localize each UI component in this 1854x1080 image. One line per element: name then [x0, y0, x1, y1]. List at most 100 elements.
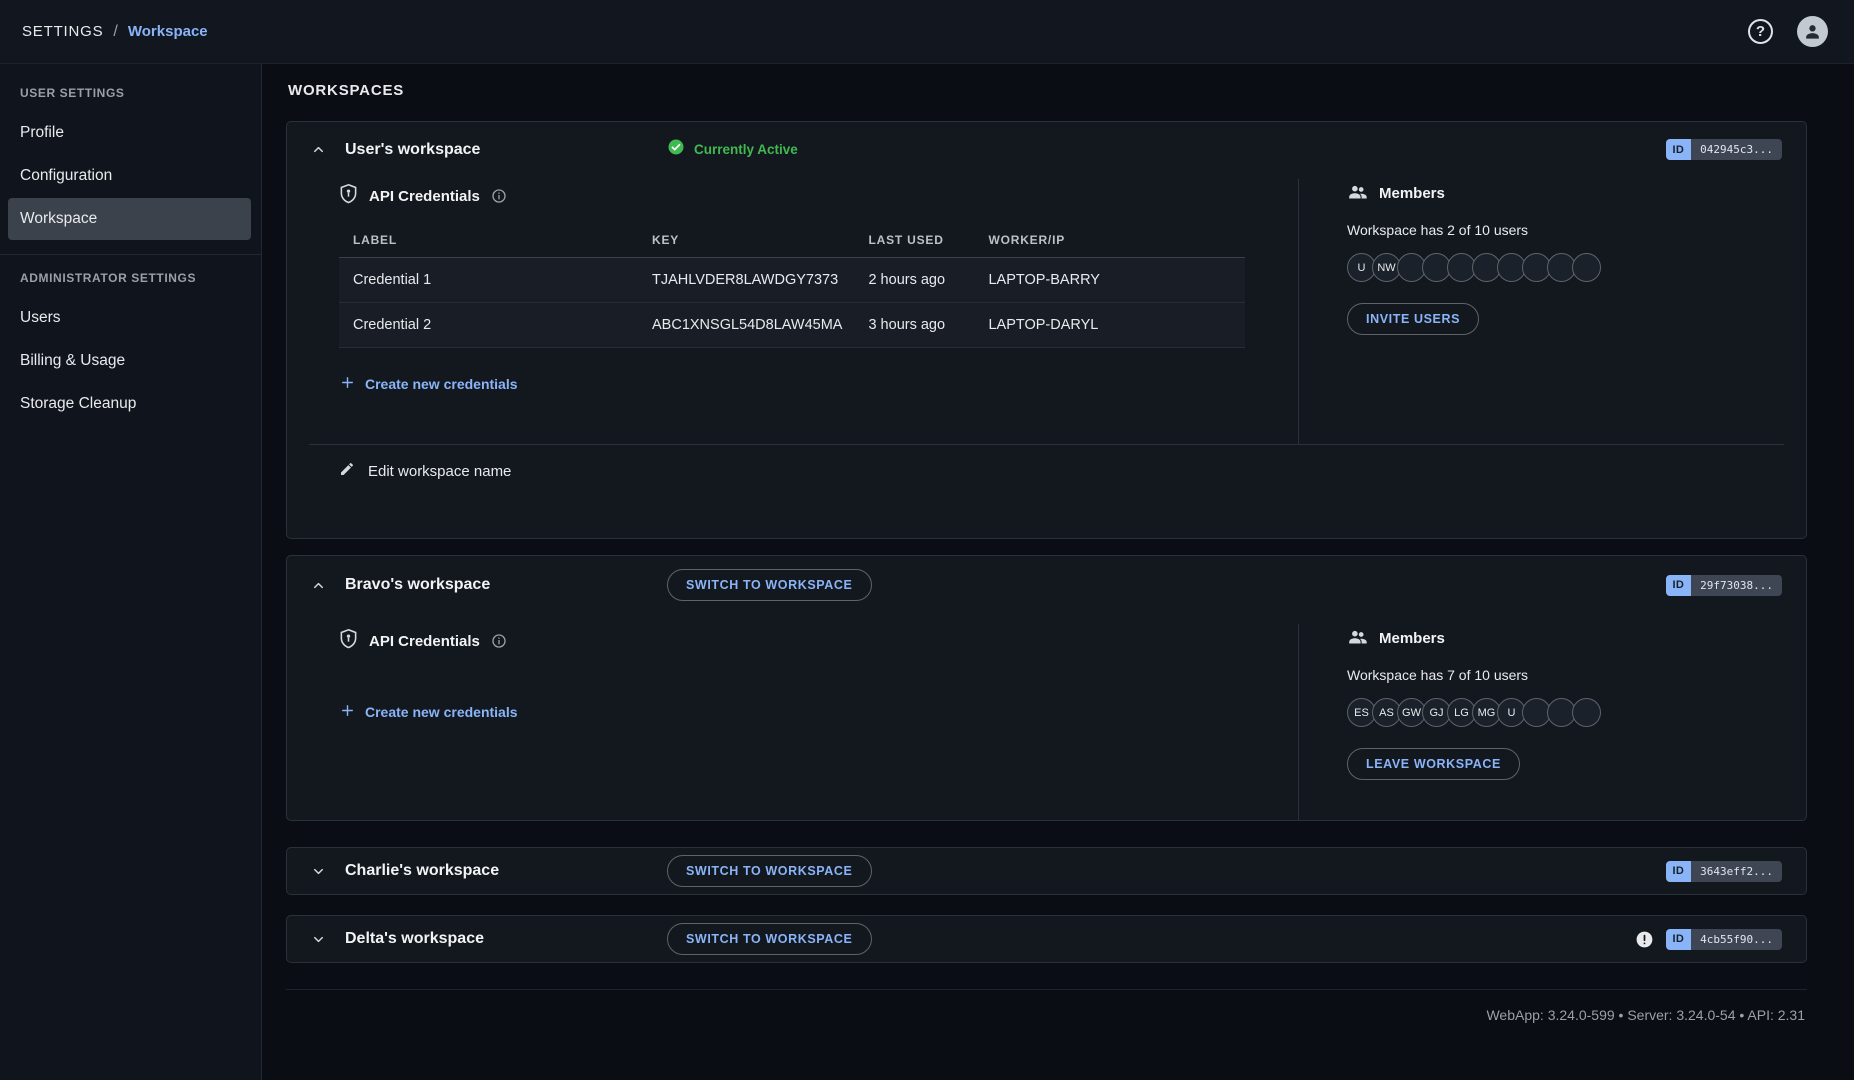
switch-workspace-button[interactable]: SWITCH TO WORKSPACE — [667, 855, 872, 887]
create-credentials-label: Create new credentials — [365, 704, 518, 720]
credential-key: TJAHLVDER8LAWDGY7373 — [638, 258, 854, 303]
workspace-id-value: 3643eff2... — [1691, 861, 1782, 882]
header-right: ID 042945c3... — [1666, 139, 1782, 160]
credential-row: Credential 2 ABC1XNSGL54D8LAW45MA 3 hour… — [339, 303, 1245, 348]
workspace-name: User's workspace — [345, 141, 667, 159]
id-tag: ID — [1666, 139, 1692, 160]
workspace-card-users: User's workspace Currently Active ID 042… — [286, 121, 1807, 539]
workspace-card-bravo: Bravo's workspace SWITCH TO WORKSPACE ID… — [286, 555, 1807, 821]
id-tag: ID — [1666, 575, 1692, 596]
switch-workspace-button[interactable]: SWITCH TO WORKSPACE — [667, 569, 872, 601]
credential-last-used: 2 hours ago — [854, 258, 974, 303]
credential-worker: LAPTOP-BARRY — [974, 258, 1245, 303]
credential-label: Credential 1 — [339, 258, 638, 303]
members-label: Members — [1379, 185, 1445, 202]
workspace-id-value: 042945c3... — [1691, 139, 1782, 160]
info-icon[interactable] — [491, 633, 507, 649]
shield-icon — [339, 183, 358, 209]
member-avatar-empty — [1572, 253, 1601, 282]
workspace-card-charlie: Charlie's workspace SWITCH TO WORKSPACE … — [286, 847, 1807, 895]
members-heading: Members — [1347, 183, 1782, 204]
collapse-chevron-up-icon[interactable] — [311, 578, 327, 593]
credentials-table: LABEL KEY LAST USED WORKER/IP Credential… — [339, 225, 1245, 348]
create-credentials-button[interactable]: Create new credentials — [339, 702, 518, 722]
member-avatar-empty — [1572, 698, 1601, 727]
sidebar-item-configuration[interactable]: Configuration — [8, 155, 251, 197]
column-header-worker-ip: WORKER/IP — [974, 225, 1245, 258]
collapse-chevron-down-icon[interactable] — [311, 932, 327, 947]
sidebar-divider — [0, 254, 261, 255]
topbar-actions: ? — [1748, 16, 1828, 47]
sidebar-item-workspace[interactable]: Workspace — [8, 198, 251, 240]
workspace-id-badge[interactable]: ID 4cb55f90... — [1666, 929, 1782, 950]
credential-worker: LAPTOP-DARYL — [974, 303, 1245, 348]
api-credentials-label: API Credentials — [369, 188, 480, 205]
api-credentials-heading: API Credentials — [339, 628, 1258, 654]
account-avatar-icon[interactable] — [1797, 16, 1828, 47]
breadcrumb: SETTINGS / Workspace — [22, 23, 208, 41]
page-title: WORKSPACES — [288, 82, 1807, 99]
workspace-id-value: 29f73038... — [1691, 575, 1782, 596]
sidebar-section-user-settings: USER SETTINGS — [0, 76, 261, 112]
sidebar-item-billing-usage[interactable]: Billing & Usage — [8, 340, 251, 382]
workspace-card-header[interactable]: Bravo's workspace SWITCH TO WORKSPACE ID… — [287, 556, 1806, 614]
sidebar: USER SETTINGS Profile Configuration Work… — [0, 64, 262, 1080]
workspace-card-header[interactable]: Delta's workspace SWITCH TO WORKSPACE ID… — [287, 916, 1806, 962]
credential-last-used: 3 hours ago — [854, 303, 974, 348]
active-status-badge: Currently Active — [667, 138, 798, 161]
column-header-label: LABEL — [339, 225, 638, 258]
shield-icon — [339, 628, 358, 654]
check-circle-icon — [667, 138, 685, 161]
sidebar-item-users[interactable]: Users — [8, 297, 251, 339]
main-content: WORKSPACES User's workspace Currently Ac… — [262, 64, 1854, 1080]
members-heading: Members — [1347, 628, 1782, 649]
workspace-card-header[interactable]: Charlie's workspace SWITCH TO WORKSPACE … — [287, 848, 1806, 894]
breadcrumb-settings[interactable]: SETTINGS — [22, 23, 103, 40]
sidebar-section-admin-settings: ADMINISTRATOR SETTINGS — [0, 261, 261, 297]
workspace-name: Delta's workspace — [345, 930, 667, 948]
header-right: ID 29f73038... — [1666, 575, 1782, 596]
help-icon[interactable]: ? — [1748, 19, 1773, 44]
create-credentials-button[interactable]: Create new credentials — [339, 374, 518, 394]
switch-workspace-button[interactable]: SWITCH TO WORKSPACE — [667, 923, 872, 955]
column-header-key: KEY — [638, 225, 854, 258]
sidebar-item-profile[interactable]: Profile — [8, 112, 251, 154]
people-icon — [1347, 628, 1368, 649]
api-credentials-label: API Credentials — [369, 633, 480, 650]
credential-key: ABC1XNSGL54D8LAW45MA — [638, 303, 854, 348]
workspace-id-badge[interactable]: ID 3643eff2... — [1666, 861, 1782, 882]
credentials-table-header-row: LABEL KEY LAST USED WORKER/IP — [339, 225, 1245, 258]
card-footer: Edit workspace name — [287, 445, 1806, 538]
workspace-id-badge[interactable]: ID 29f73038... — [1666, 575, 1782, 596]
invite-users-button[interactable]: INVITE USERS — [1347, 303, 1479, 335]
members-count: Workspace has 2 of 10 users — [1347, 222, 1782, 238]
plus-icon — [339, 374, 356, 394]
column-header-last-used: LAST USED — [854, 225, 974, 258]
collapse-chevron-up-icon[interactable] — [311, 142, 327, 157]
members-label: Members — [1379, 630, 1445, 647]
info-icon[interactable] — [491, 188, 507, 204]
warning-icon[interactable] — [1635, 930, 1654, 949]
credentials-column: API Credentials Create new credentials — [311, 624, 1298, 820]
breadcrumb-separator: / — [113, 23, 117, 41]
header-right: ID 3643eff2... — [1666, 861, 1782, 882]
api-credentials-heading: API Credentials — [339, 183, 1258, 209]
page-layout: USER SETTINGS Profile Configuration Work… — [0, 64, 1854, 1080]
id-tag: ID — [1666, 929, 1692, 950]
workspace-card-body: API Credentials LABEL KEY LAST USED WORK… — [287, 169, 1806, 444]
credentials-column: API Credentials LABEL KEY LAST USED WORK… — [311, 179, 1298, 444]
workspace-name: Bravo's workspace — [345, 576, 667, 594]
members-column: Members Workspace has 7 of 10 users ES A… — [1299, 624, 1782, 820]
header-right: ID 4cb55f90... — [1635, 929, 1782, 950]
workspace-id-badge[interactable]: ID 042945c3... — [1666, 139, 1782, 160]
collapse-chevron-down-icon[interactable] — [311, 864, 327, 879]
leave-workspace-button[interactable]: LEAVE WORKSPACE — [1347, 748, 1520, 780]
active-status-label: Currently Active — [694, 142, 798, 157]
workspace-card-header[interactable]: User's workspace Currently Active ID 042… — [287, 122, 1806, 169]
avatar-row: ES AS GW GJ LG MG U — [1347, 698, 1782, 727]
sidebar-item-storage-cleanup[interactable]: Storage Cleanup — [8, 383, 251, 425]
id-tag: ID — [1666, 861, 1692, 882]
members-count: Workspace has 7 of 10 users — [1347, 667, 1782, 683]
edit-workspace-name-label: Edit workspace name — [368, 463, 511, 480]
edit-workspace-name-button[interactable]: Edit workspace name — [339, 461, 511, 481]
